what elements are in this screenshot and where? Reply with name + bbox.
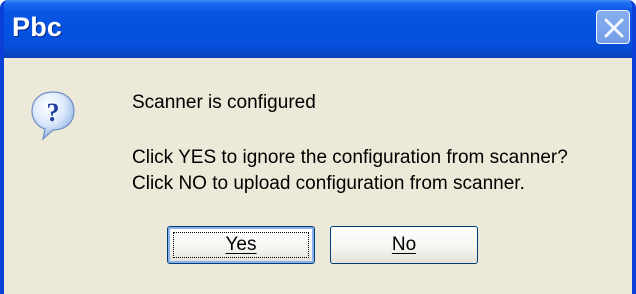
- close-icon: [604, 18, 624, 38]
- message-heading: Scanner is configured: [132, 92, 316, 113]
- window-title: Pbc: [12, 12, 63, 42]
- message-line-no: Click NO to upload configuration from sc…: [132, 173, 525, 194]
- close-button[interactable]: [596, 10, 630, 44]
- yes-button[interactable]: Yes: [167, 226, 315, 264]
- message-line-yes: Click YES to ignore the configuration fr…: [132, 147, 568, 168]
- question-icon: ?: [31, 91, 75, 141]
- dialog-body: ? Scanner is configured Click YES to ign…: [4, 58, 632, 294]
- svg-text:?: ?: [47, 98, 60, 127]
- message-dialog: Pbc ? Scanner is configured Click YES to…: [0, 0, 636, 294]
- no-button-label: No: [391, 234, 417, 255]
- title-bar[interactable]: Pbc: [4, 0, 632, 58]
- yes-button-label: Yes: [225, 234, 257, 255]
- no-button[interactable]: No: [330, 226, 478, 264]
